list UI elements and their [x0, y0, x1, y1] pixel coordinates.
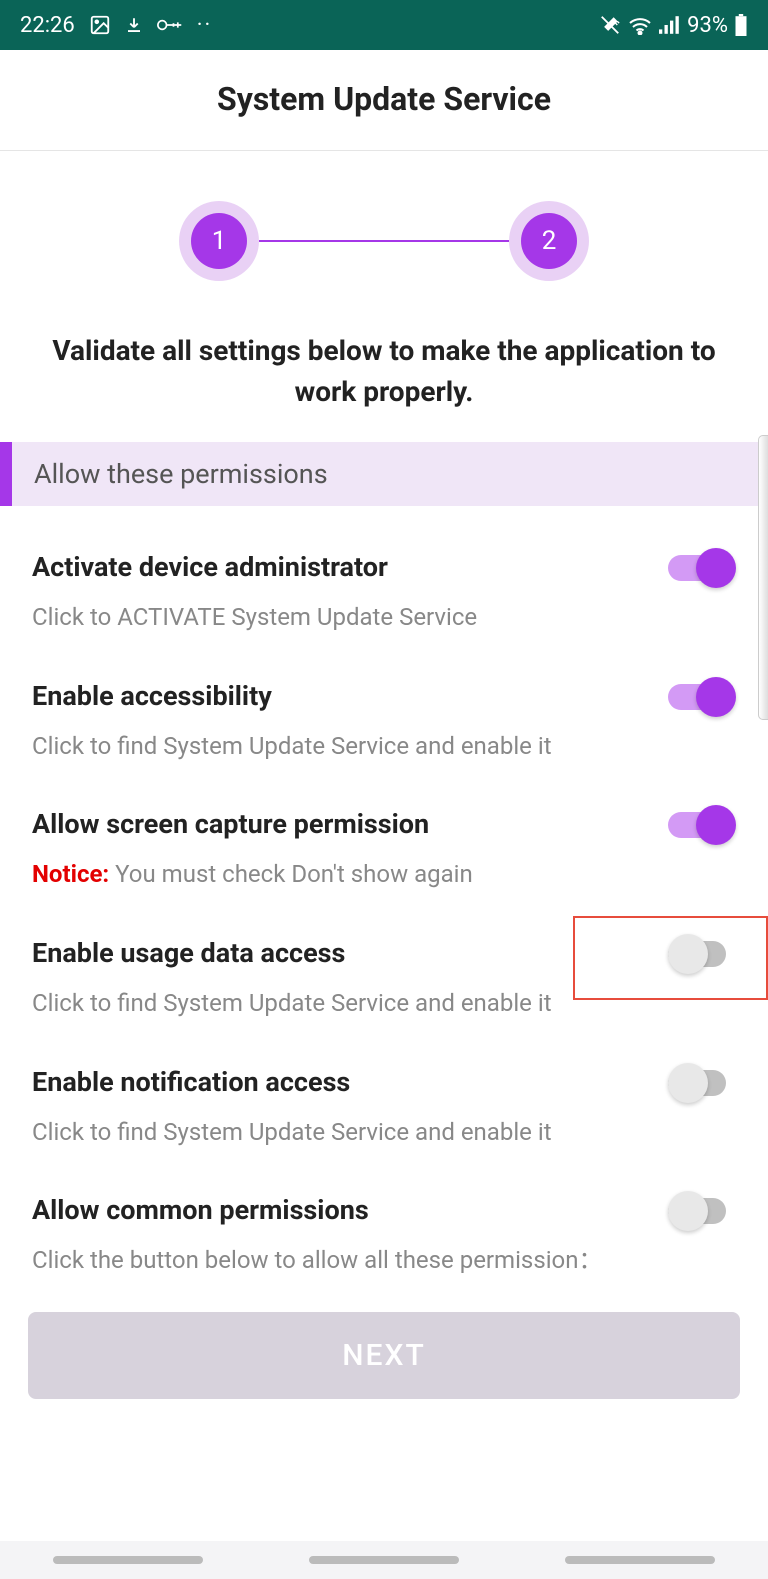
permission-desc: Click the button below to allow all thes…	[32, 1244, 736, 1278]
more-icon: ··	[197, 13, 213, 38]
nav-back[interactable]	[565, 1556, 715, 1564]
permission-desc: Notice: You must check Don't show again	[32, 858, 736, 892]
progress-stepper: 1 2	[0, 151, 768, 331]
step-2-number: 2	[521, 213, 577, 269]
navigation-bar	[0, 1541, 768, 1579]
page-title: System Update Service	[20, 80, 748, 118]
step-1: 1	[179, 201, 259, 281]
permission-title: Allow screen capture permission	[32, 808, 736, 840]
toggle-screen-capture[interactable]	[668, 805, 736, 845]
signal-icon	[659, 16, 681, 34]
step-connector	[259, 240, 509, 242]
permission-title: Activate device administrator	[32, 551, 736, 583]
permission-title: Allow common permissions	[32, 1194, 736, 1226]
permission-usage-data[interactable]: Enable usage data access Click to find S…	[32, 912, 736, 1041]
wifi-icon	[627, 15, 653, 35]
permission-desc: Click to ACTIVATE System Update Service	[32, 601, 736, 635]
nav-home[interactable]	[309, 1556, 459, 1564]
permission-desc: Click to find System Update Service and …	[32, 730, 736, 764]
permissions-list: Activate device administrator Click to A…	[0, 506, 768, 1298]
permission-desc: Click to find System Update Service and …	[32, 1116, 736, 1150]
permission-title: Enable accessibility	[32, 680, 736, 712]
permission-notification[interactable]: Enable notification access Click to find…	[32, 1041, 736, 1170]
toggle-accessibility[interactable]	[668, 677, 736, 717]
picture-icon	[89, 14, 111, 36]
status-bar: 22:26 ·· 93%	[0, 0, 768, 50]
permission-title: Enable notification access	[32, 1066, 736, 1098]
next-button[interactable]: NEXT	[28, 1312, 740, 1399]
download-icon	[125, 14, 143, 36]
nav-recent[interactable]	[53, 1556, 203, 1564]
toggle-notification[interactable]	[668, 1063, 736, 1103]
toggle-device-admin[interactable]	[668, 548, 736, 588]
vibrate-icon	[599, 14, 621, 36]
status-time: 22:26	[20, 13, 75, 38]
battery-icon	[734, 14, 748, 36]
permission-accessibility[interactable]: Enable accessibility Click to find Syste…	[32, 655, 736, 784]
instruction-text: Validate all settings below to make the …	[0, 331, 768, 442]
step-2: 2	[509, 201, 589, 281]
key-icon	[157, 17, 183, 33]
battery-percent: 93%	[687, 13, 728, 38]
notice-text: You must check Don't show again	[109, 860, 473, 888]
status-left: 22:26 ··	[20, 13, 212, 38]
status-right: 93%	[599, 13, 748, 38]
notice-label: Notice:	[32, 860, 109, 888]
scroll-indicator[interactable]	[758, 435, 768, 720]
permission-common[interactable]: Allow common permissions Click the butto…	[32, 1169, 736, 1298]
toggle-usage-data[interactable]	[668, 934, 736, 974]
step-1-number: 1	[191, 213, 247, 269]
permissions-section-header: Allow these permissions	[0, 442, 768, 506]
permission-screen-capture[interactable]: Allow screen capture permission Notice: …	[32, 783, 736, 912]
permission-device-admin[interactable]: Activate device administrator Click to A…	[32, 526, 736, 655]
toggle-common[interactable]	[668, 1191, 736, 1231]
app-header: System Update Service	[0, 50, 768, 150]
